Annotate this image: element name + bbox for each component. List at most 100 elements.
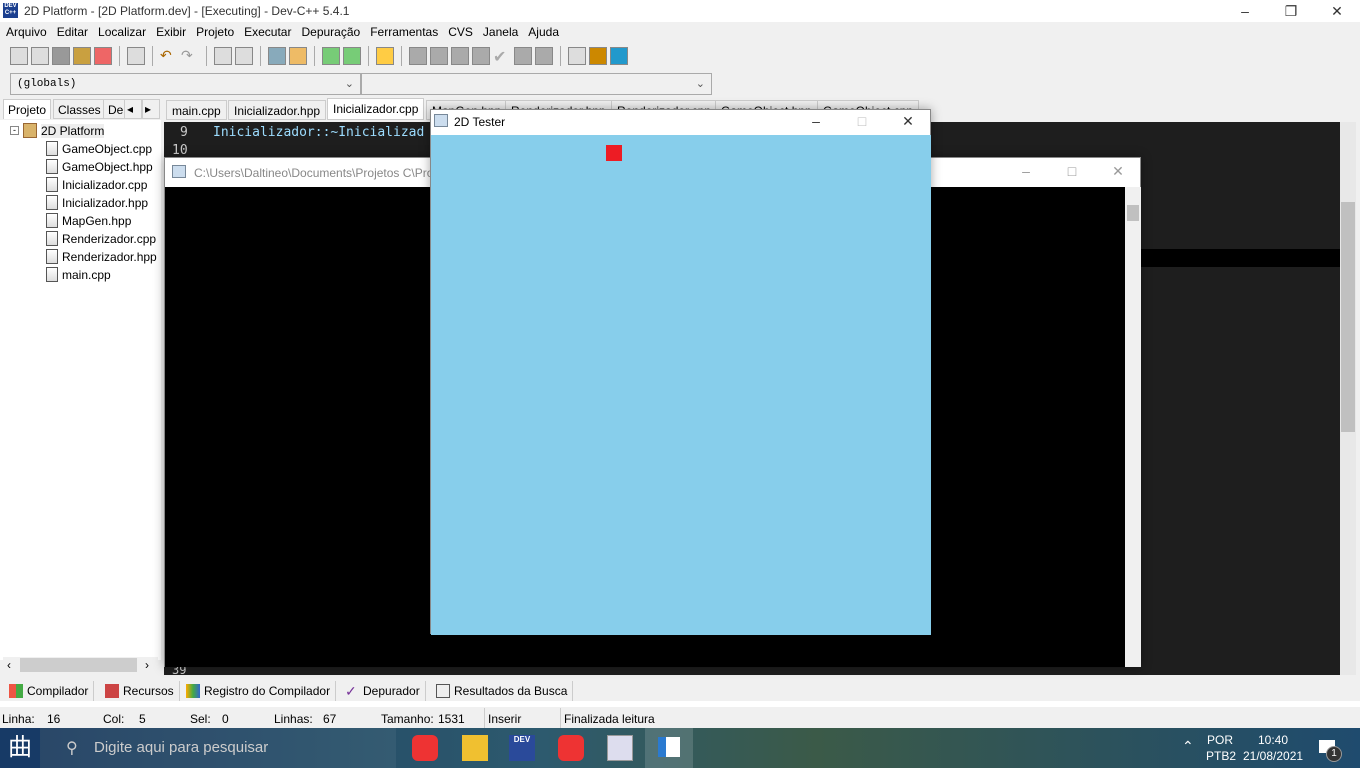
restore-button[interactable]: ❐	[1268, 0, 1314, 22]
member-combo[interactable]: ⌄	[361, 73, 712, 95]
file-label: GameObject.hpp	[62, 159, 153, 174]
vivaldi-icon-2[interactable]	[558, 735, 584, 761]
taskbar: 曲 ⚲ Digite aqui para pesquisar DEV ⌃ POR…	[0, 728, 1360, 768]
line-number: 10	[172, 143, 188, 158]
file-explorer-icon[interactable]	[462, 735, 488, 761]
open-icon[interactable]	[31, 47, 49, 65]
tree-h-scrollbar[interactable]: ‹ ›	[3, 657, 158, 673]
tree-file[interactable]: Renderizador.hpp	[46, 249, 157, 264]
file-label: Renderizador.hpp	[62, 249, 157, 264]
tab-label: Recursos	[123, 684, 174, 698]
tab-classes[interactable]: Classes	[53, 99, 106, 119]
add-to-project-icon[interactable]	[322, 47, 340, 65]
status-label: Linhas:	[274, 712, 313, 726]
start-button[interactable]: 曲	[0, 728, 40, 768]
menu-projeto[interactable]: Projeto	[196, 25, 234, 39]
save-icon[interactable]	[52, 47, 70, 65]
tree-file[interactable]: main.cpp	[46, 267, 111, 282]
tree-file[interactable]: Inicializador.hpp	[46, 195, 148, 210]
replace-icon[interactable]	[235, 47, 253, 65]
menu-ajuda[interactable]: Ajuda	[528, 25, 559, 39]
clock-time[interactable]: 10:40	[1258, 733, 1288, 747]
menu-ferramentas[interactable]: Ferramentas	[370, 25, 438, 39]
menu-arquivo[interactable]: Arquivo	[6, 25, 47, 39]
language-indicator[interactable]: POR	[1207, 733, 1233, 747]
bottom-tab-registro[interactable]: Registro do Compilador	[181, 681, 337, 701]
tree-file[interactable]: GameObject.hpp	[46, 159, 153, 174]
unindent-icon[interactable]	[289, 47, 307, 65]
close-file-icon[interactable]	[94, 47, 112, 65]
console-taskbar-icon[interactable]	[607, 735, 633, 761]
editor-tab[interactable]: Inicializador.hpp	[228, 100, 327, 120]
tab-debug[interactable]: De	[103, 99, 125, 119]
minimize-button[interactable]: –	[1222, 0, 1268, 22]
status-label: Tamanho:	[381, 712, 434, 726]
game-minimize-button[interactable]: –	[793, 110, 839, 132]
vivaldi-icon[interactable]	[412, 735, 438, 761]
menu-executar[interactable]: Executar	[244, 25, 291, 39]
clock-date[interactable]: 21/08/2021	[1243, 749, 1303, 763]
undo-icon[interactable]: ↶	[160, 47, 178, 65]
close-button[interactable]: ✕	[1314, 0, 1360, 22]
tree-file[interactable]: GameObject.cpp	[46, 141, 152, 156]
menu-depuracao[interactable]: Depuração	[301, 25, 360, 39]
menu-editar[interactable]: Editar	[57, 25, 88, 39]
scope-combo[interactable]: (globals) ⌄	[10, 73, 361, 95]
tab-projeto[interactable]: Projeto	[3, 99, 52, 119]
check-icon: ✔	[493, 49, 507, 66]
menu-cvs[interactable]: CVS	[448, 25, 473, 39]
bottom-tab-busca[interactable]: Resultados da Busca	[431, 681, 574, 701]
chevron-up-icon[interactable]: ⌃	[1182, 738, 1194, 755]
keyboard-layout[interactable]: PTB2	[1206, 749, 1236, 763]
find-icon[interactable]	[214, 47, 232, 65]
console-maximize-button[interactable]: □	[1049, 160, 1095, 182]
console-minimize-button[interactable]: –	[1003, 160, 1049, 182]
remove-from-project-icon[interactable]	[343, 47, 361, 65]
console-close-button[interactable]: ✕	[1095, 160, 1141, 182]
bottom-tab-compilador[interactable]: Compilador	[4, 681, 95, 701]
search-box[interactable]: ⚲ Digite aqui para pesquisar	[40, 728, 396, 768]
menu-localizar[interactable]: Localizar	[98, 25, 146, 39]
menu-bar: Arquivo Editar Localizar Exibir Projeto …	[0, 22, 1360, 42]
editor-v-scrollbar[interactable]	[1340, 122, 1356, 675]
new-file-icon[interactable]	[10, 47, 28, 65]
tree-file[interactable]: Renderizador.cpp	[46, 231, 156, 246]
menu-exibir[interactable]: Exibir	[156, 25, 186, 39]
scroll-left-icon[interactable]: ‹	[7, 658, 11, 672]
scroll-right-icon[interactable]: ›	[145, 658, 149, 672]
editor-tab[interactable]: main.cpp	[166, 100, 227, 120]
tree-file[interactable]: Inicializador.cpp	[46, 177, 147, 192]
tree-root[interactable]: -2D Platform	[10, 123, 105, 138]
scrollbar-thumb[interactable]	[20, 658, 137, 672]
scrollbar-thumb[interactable]	[1341, 202, 1355, 432]
tab-label: Registro do Compilador	[204, 684, 331, 698]
status-label: Col:	[103, 712, 125, 726]
game-taskbar-item[interactable]	[645, 728, 693, 768]
tree-file[interactable]: MapGen.hpp	[46, 213, 131, 228]
menu-janela[interactable]: Janela	[483, 25, 518, 39]
new-class-icon[interactable]	[568, 47, 586, 65]
status-label: Sel:	[190, 712, 211, 726]
status-bar: Linha: 16 Col: 5 Sel: 0 Linhas: 67 Tamanho: 1…	[0, 708, 1360, 728]
tab-scroll-left[interactable]: ◂	[124, 99, 142, 119]
bottom-tab-depurador[interactable]: ✓ Depurador	[340, 681, 426, 701]
scrollbar-thumb[interactable]	[1127, 205, 1139, 221]
file-icon	[46, 159, 58, 174]
editor-tab-active[interactable]: Inicializador.cpp	[327, 98, 425, 120]
bottom-tab-recursos[interactable]: Recursos	[100, 681, 180, 701]
project-icon	[23, 123, 37, 138]
debug-icon	[514, 47, 532, 65]
game-canvas[interactable]	[431, 135, 931, 635]
game-maximize-button: □	[857, 113, 867, 129]
redo-icon[interactable]: ↷	[181, 47, 199, 65]
console-v-scrollbar[interactable]	[1125, 187, 1141, 667]
devcpp-taskbar-icon[interactable]: DEV	[509, 735, 535, 761]
help-icon[interactable]	[610, 47, 628, 65]
game-close-button[interactable]: ✕	[885, 110, 931, 132]
tab-scroll-right[interactable]: ▸	[142, 99, 160, 119]
project-options-icon[interactable]	[376, 47, 394, 65]
exit-icon[interactable]	[589, 47, 607, 65]
indent-icon[interactable]	[268, 47, 286, 65]
save-all-icon[interactable]	[73, 47, 91, 65]
print-icon[interactable]	[127, 47, 145, 65]
